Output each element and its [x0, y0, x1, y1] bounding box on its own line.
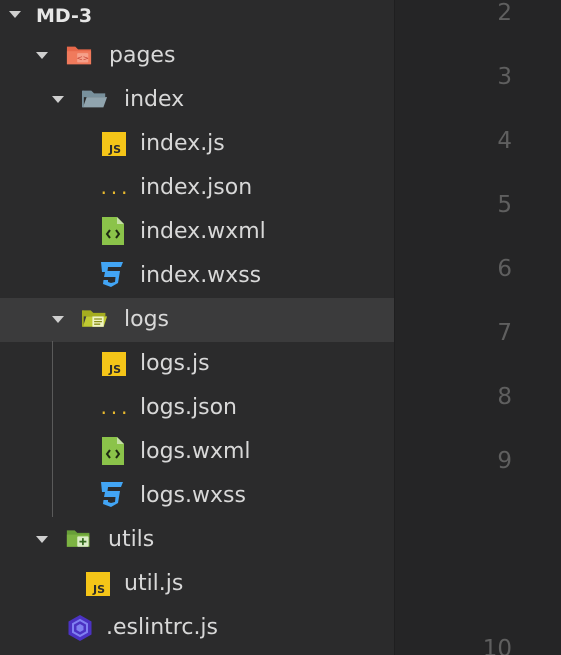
wxml-file-icon [100, 217, 126, 245]
line-number: 7 [497, 320, 512, 346]
line-number: 10 [482, 636, 512, 655]
tree-file-util-js[interactable]: JS util.js [0, 562, 394, 606]
line-number: 2 [497, 0, 512, 26]
tree-file-logs-wxss[interactable]: logs.wxss [0, 474, 394, 518]
tree-folder-utils[interactable]: utils [0, 518, 394, 562]
javascript-file-icon: JS [85, 571, 111, 597]
folder-label: index [124, 87, 185, 112]
root-folder-label: MD-3 [36, 4, 93, 27]
css3-file-icon [99, 482, 125, 508]
file-explorer: MD-3 <> pages index JS index.js ... inde… [0, 0, 394, 655]
svg-text:JS: JS [92, 583, 105, 596]
folder-open-icon [82, 86, 108, 112]
folder-label: utils [108, 527, 155, 552]
line-number: 4 [497, 128, 512, 154]
json-file-icon: {...} [97, 175, 131, 201]
eslint-icon [66, 614, 94, 642]
json-file-icon: {...} [97, 395, 131, 421]
tree-file-logs-json[interactable]: {...} logs.json [0, 386, 394, 430]
svg-text:<>: <> [77, 54, 89, 63]
file-label: util.js [124, 571, 184, 596]
line-number: 6 [497, 256, 512, 282]
svg-text:JS: JS [108, 143, 121, 156]
javascript-file-icon: JS [101, 351, 127, 377]
line-number: 9 [497, 448, 512, 474]
line-number: 3 [497, 64, 512, 90]
svg-text:JS: JS [108, 363, 121, 376]
line-number: 8 [497, 384, 512, 410]
tree-file-index-json[interactable]: {...} index.json [0, 166, 394, 210]
file-label: index.wxml [140, 219, 266, 244]
app-window: MD-3 <> pages index JS index.js ... inde… [0, 0, 561, 655]
folder-utils-icon [66, 526, 92, 552]
css3-file-icon [99, 262, 125, 288]
folder-label: pages [109, 43, 176, 68]
tree-folder-logs[interactable]: logs [0, 298, 394, 342]
line-number: 5 [497, 192, 512, 218]
file-label: logs.wxml [140, 439, 251, 464]
javascript-file-icon: JS [101, 131, 127, 157]
svg-text:{...}: {...} [97, 179, 131, 199]
tree-file-index-wxml[interactable]: index.wxml [0, 210, 394, 254]
tree-file-logs-js[interactable]: JS logs.js [0, 342, 394, 386]
file-label: logs.wxss [140, 483, 246, 508]
svg-text:{...}: {...} [97, 399, 131, 419]
file-label: index.wxss [140, 263, 262, 288]
folder-pages-icon: <> [66, 42, 92, 68]
tree-file-index-js[interactable]: JS index.js [0, 122, 394, 166]
tree-folder-pages[interactable]: <> pages [0, 34, 394, 78]
folder-logs-icon [82, 306, 108, 332]
file-label: .eslintrc.js [106, 615, 219, 640]
chevron-down-icon[interactable] [35, 51, 49, 61]
tree-file-logs-wxml[interactable]: logs.wxml [0, 430, 394, 474]
folder-label: logs [124, 307, 169, 332]
tree-root-md-3[interactable]: MD-3 [0, 0, 394, 31]
editor-gutter: 2 3 4 5 6 7 8 9 10 [394, 0, 561, 655]
file-label: logs.js [140, 351, 210, 376]
chevron-down-icon[interactable] [51, 315, 65, 325]
wxml-file-icon [100, 437, 126, 465]
file-label: logs.json [140, 395, 237, 420]
chevron-down-icon[interactable] [8, 10, 22, 20]
tree-file-index-wxss[interactable]: index.wxss [0, 254, 394, 298]
tree-folder-index[interactable]: index [0, 78, 394, 122]
file-label: index.js [140, 131, 225, 156]
chevron-down-icon[interactable] [35, 535, 49, 545]
tree-file-eslintrc-js[interactable]: .eslintrc.js [0, 606, 394, 650]
chevron-down-icon[interactable] [51, 95, 65, 105]
file-label: index.json [140, 175, 253, 200]
